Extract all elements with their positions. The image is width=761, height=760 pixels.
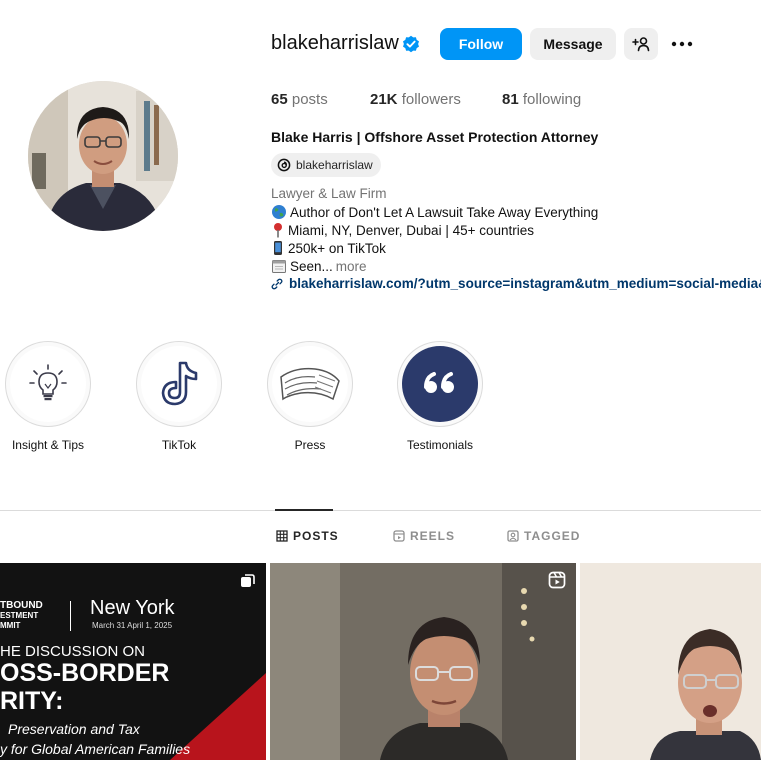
link-icon bbox=[271, 278, 283, 289]
bio-text-locations: Miami, NY, Denver, Dubai | 45+ countries bbox=[288, 222, 534, 238]
followers-count-label: followers bbox=[401, 91, 461, 108]
video-thumbnail bbox=[580, 563, 761, 760]
event-brand-line: ESTMENT bbox=[0, 611, 39, 620]
event-subtitle-line: y for Global American Families bbox=[0, 741, 191, 757]
username: blakeharrislaw bbox=[271, 32, 399, 54]
following-count[interactable]: 81 following bbox=[502, 91, 581, 108]
post-tile-video[interactable] bbox=[580, 563, 761, 760]
event-brand-line: MMIT bbox=[0, 621, 21, 630]
lightbulb-icon bbox=[29, 364, 67, 401]
tab-reels-label: REELS bbox=[410, 529, 456, 543]
bio-text-seen: Seen... bbox=[290, 258, 333, 274]
carousel-icon bbox=[241, 574, 255, 587]
pin-icon bbox=[274, 223, 282, 238]
profile-website-url: blakeharrislaw.com/?utm_source=instagram… bbox=[289, 276, 761, 291]
highlight-press[interactable] bbox=[267, 341, 353, 427]
highlight-tiktok[interactable] bbox=[136, 341, 222, 427]
posts-count-value: 65 bbox=[271, 91, 288, 108]
following-count-label: following bbox=[522, 91, 582, 108]
event-city: New York bbox=[90, 597, 175, 619]
reels-icon bbox=[393, 530, 405, 542]
highlight-label: Press bbox=[294, 438, 326, 452]
phone-icon bbox=[274, 241, 282, 255]
event-date: March 31 April 1, 2025 bbox=[92, 621, 173, 630]
follow-button[interactable]: Follow bbox=[440, 28, 522, 60]
bio-more-link[interactable]: more bbox=[336, 259, 367, 274]
quote-icon bbox=[424, 372, 454, 393]
bio-line-locations: Miami, NY, Denver, Dubai | 45+ countries bbox=[271, 222, 534, 238]
verified-badge-icon bbox=[403, 35, 419, 53]
tabs-divider bbox=[0, 510, 761, 511]
tiktok-icon bbox=[161, 361, 198, 406]
calendar-icon bbox=[272, 260, 286, 273]
threads-icon bbox=[277, 158, 291, 172]
followers-count[interactable]: 21K followers bbox=[370, 91, 461, 108]
tab-tagged[interactable]: TAGGED bbox=[507, 529, 580, 543]
highlight-label: TikTok bbox=[161, 438, 197, 452]
threads-link[interactable]: blakeharrislaw bbox=[271, 153, 381, 177]
bio-text-author: Author of Don't Let A Lawsuit Take Away … bbox=[290, 204, 599, 220]
post-tile-event[interactable]: TBOUND ESTMENT MMIT New York March 31 Ap… bbox=[0, 563, 266, 760]
message-button[interactable]: Message bbox=[530, 28, 616, 60]
newspaper-icon bbox=[280, 367, 340, 401]
reel-thumbnail bbox=[270, 563, 576, 760]
tab-tagged-label: TAGGED bbox=[524, 529, 581, 543]
profile-avatar[interactable] bbox=[28, 81, 178, 231]
highlight-insight-tips[interactable] bbox=[5, 341, 91, 427]
suggested-users-button[interactable] bbox=[624, 28, 658, 60]
bio-text-tiktok: 250k+ on TikTok bbox=[288, 240, 386, 256]
globe-icon bbox=[272, 205, 286, 219]
bio-line-tiktok: 250k+ on TikTok bbox=[271, 240, 386, 256]
highlight-label: Testimonials bbox=[406, 438, 474, 452]
event-brand-line: TBOUND bbox=[0, 600, 43, 611]
event-heading-line: HE DISCUSSION ON bbox=[0, 643, 146, 660]
tagged-icon bbox=[507, 530, 519, 542]
add-user-icon bbox=[632, 37, 650, 52]
event-heading-line: RITY: bbox=[0, 687, 64, 715]
highlight-label: Insight & Tips bbox=[11, 438, 85, 452]
profile-website-link[interactable]: blakeharrislaw.com/?utm_source=instagram… bbox=[271, 276, 761, 291]
profile-category: Lawyer & Law Firm bbox=[271, 186, 387, 201]
event-brand: TBOUND ESTMENT MMIT bbox=[0, 601, 43, 631]
avatar-portrait bbox=[28, 81, 178, 231]
posts-count-label: posts bbox=[291, 91, 328, 108]
event-heading-line: OSS-BORDER bbox=[0, 659, 170, 687]
tab-posts-label: POSTS bbox=[293, 529, 339, 543]
event-subtitle-line: Preservation and Tax bbox=[8, 721, 140, 737]
active-tab-indicator bbox=[275, 509, 333, 511]
bio-line-seen: Seen... more bbox=[271, 258, 367, 274]
more-options-icon[interactable] bbox=[670, 34, 694, 54]
tab-reels[interactable]: REELS bbox=[393, 529, 455, 543]
posts-count: 65 posts bbox=[271, 91, 328, 108]
threads-handle: blakeharrislaw bbox=[296, 158, 373, 172]
highlight-testimonials[interactable] bbox=[397, 341, 483, 427]
followers-count-value: 21K bbox=[370, 91, 398, 108]
reel-icon bbox=[548, 571, 566, 589]
event-brand-divider bbox=[70, 601, 71, 631]
following-count-value: 81 bbox=[502, 91, 519, 108]
full-name: Blake Harris | Offshore Asset Protection… bbox=[271, 129, 599, 145]
tab-posts[interactable]: POSTS bbox=[276, 529, 339, 543]
bio-line-author: Author of Don't Let A Lawsuit Take Away … bbox=[271, 204, 598, 220]
post-tile-reel[interactable] bbox=[270, 563, 576, 760]
grid-icon bbox=[276, 530, 288, 542]
